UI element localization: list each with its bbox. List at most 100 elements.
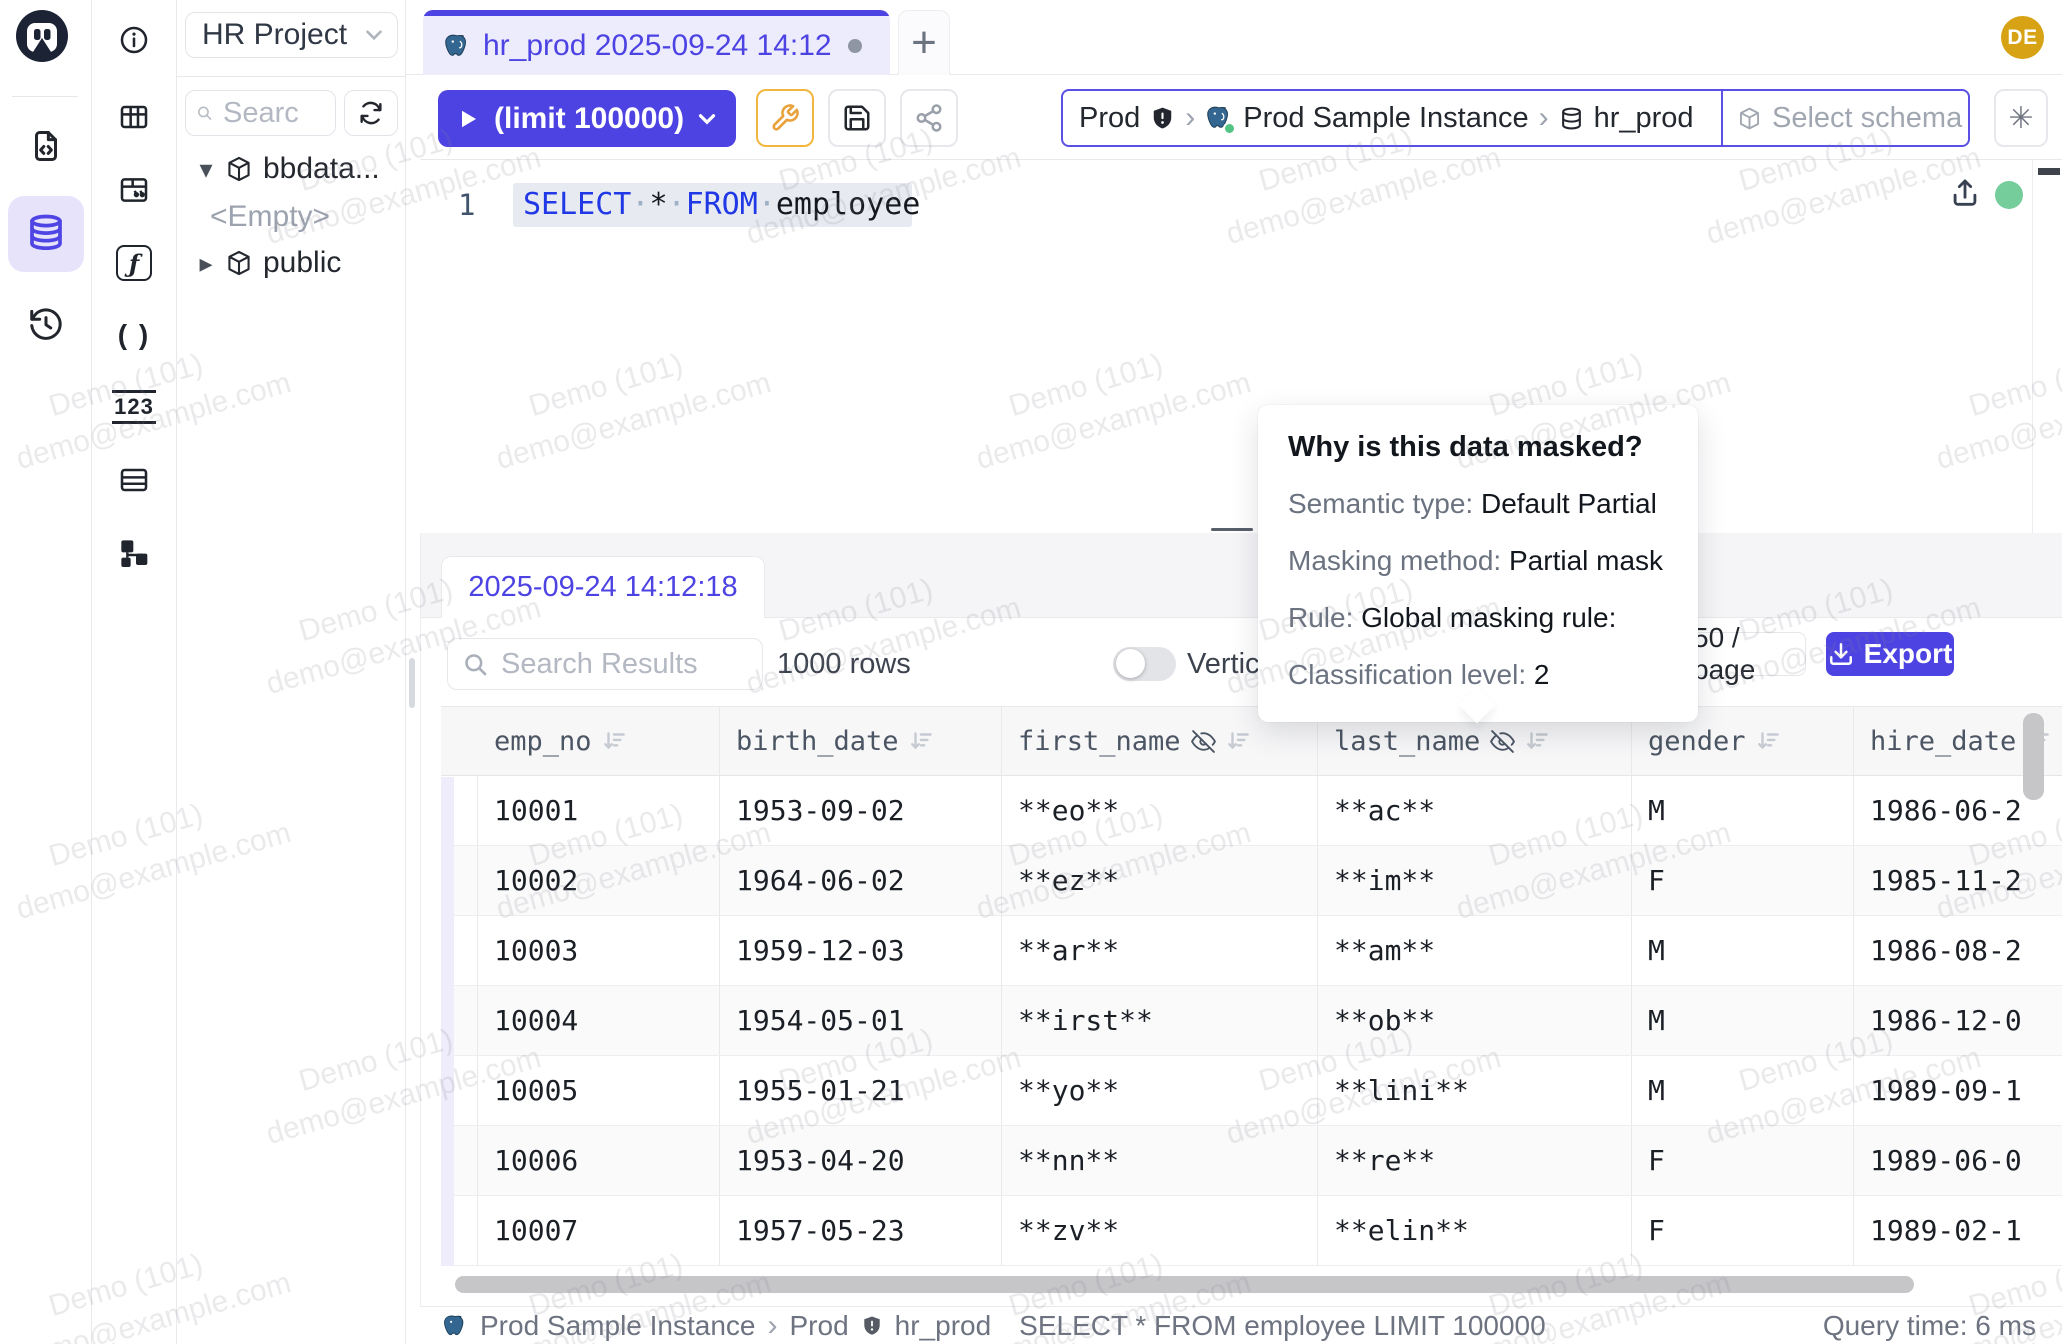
result-set-tab[interactable]: 2025-09-24 14:12:18 [441,556,765,618]
cell: F [1632,1196,1854,1265]
tab-hr-prod[interactable]: hr_prod 2025-09-24 14:12 [423,10,890,75]
table-row[interactable]: 100071957-05-23**zv****elin**F1989-02-1 [441,1196,2062,1266]
cell: M [1632,986,1854,1055]
breadcrumb-separator: › [1185,101,1195,135]
sql-editor[interactable]: 1 SELECT·*·FROM·employee [406,160,2062,533]
row-gutter-stripe [441,777,454,1266]
cell: F [1632,846,1854,915]
connection-context[interactable]: Prod › Prod Sample Instance › hr_prod [1063,91,1721,145]
sidebar-divider [177,76,406,77]
schema-diagram-icon[interactable] [114,533,154,573]
table-row[interactable]: 100061953-04-20**nn****re**F1989-06-0 [441,1126,2062,1196]
table-row[interactable]: 100041954-05-01**irst****ob**M1986-12-0 [441,986,2062,1056]
sidebar-search-input[interactable] [221,96,325,131]
ai-assistant-button[interactable]: ✳ [1994,89,2048,147]
external-tables-icon[interactable] [114,170,154,210]
table-row[interactable]: 100021964-06-02**ez****im**F1985-11-2 [441,846,2062,916]
sidebar-item-databases[interactable] [8,196,84,272]
new-tab-button[interactable]: + [898,10,950,75]
tables-icon[interactable] [114,97,154,137]
table-row[interactable]: 100031959-12-03**ar****am**M1986-08-2 [441,916,2062,986]
functions-icon[interactable]: ƒ [114,243,154,283]
upload-sheet-icon[interactable] [1948,176,1982,210]
database-icon [1559,106,1584,131]
cell: **ac** [1318,776,1632,845]
sql-token: SELECT [523,187,631,222]
sort-icon [602,728,628,754]
cell: 1989-06-0 [1854,1126,2062,1195]
vertical-display-toggle[interactable] [1113,647,1176,681]
refresh-button[interactable] [344,90,398,136]
tab-accent-bar [423,10,890,16]
column-header-label: hire_date [1870,726,2016,757]
cell: 1989-09-1 [1854,1056,2062,1125]
results-search-box[interactable] [447,638,763,690]
select-schema-button[interactable]: Select schema [1721,91,1976,145]
cell: **nn** [1002,1126,1318,1195]
vertical-display-label: Vertic [1187,638,1260,690]
column-header-emp_no[interactable]: emp_no [478,707,720,775]
run-query-button[interactable]: (limit 100000) [438,90,736,147]
column-header-birth_date[interactable]: birth_date [720,707,1002,775]
select-schema-placeholder: Select schema [1772,102,1962,135]
shield-icon [1150,106,1175,131]
views-icon[interactable] [114,460,154,500]
sidebar-splitter-handle[interactable] [409,658,415,708]
cell: M [1632,776,1854,845]
format-sql-button[interactable] [756,89,814,147]
postgresql-icon [442,1313,468,1339]
export-button[interactable]: Export [1826,632,1954,676]
page-size-select[interactable]: 50 / page [1692,632,1806,676]
editor-minimap[interactable] [2032,160,2062,533]
avatar[interactable]: DE [2001,16,2044,59]
horizontal-scrollbar[interactable] [455,1276,1914,1293]
row-count-label: 1000 rows [777,638,911,690]
bytebase-logo-icon[interactable] [14,8,70,64]
unsaved-dot-icon [848,39,862,53]
save-icon [842,103,872,133]
info-icon[interactable] [114,20,154,60]
project-select[interactable]: HR Project [185,12,398,58]
tooltip-title: Why is this data masked? [1288,431,1668,464]
share-button[interactable] [900,89,958,147]
header-gutter [441,707,478,775]
cube-icon [225,249,253,277]
tooltip-row: Semantic type: Default Partial [1288,487,1668,521]
history-icon[interactable] [22,300,70,348]
breadcrumb-separator: › [1539,101,1549,135]
cell: 1953-09-02 [720,776,1002,845]
search-icon [196,100,213,126]
table-row[interactable]: 100051955-01-21**yo****lini**M1989-09-1 [441,1056,2062,1126]
postgresql-icon [443,32,471,60]
masked-eye-off-icon[interactable] [1191,729,1216,754]
tree-item-database[interactable]: ▾ bbdata... [177,148,380,190]
sql-token: · [631,187,649,222]
cube-icon [1737,106,1762,131]
tree-item-schema-public[interactable]: ▸ public [177,242,341,284]
cell: **elin** [1318,1196,1632,1265]
footer-environment: Prod [790,1310,849,1342]
tooltip-row: Masking method: Partial mask [1288,544,1668,578]
sort-icon [1756,728,1782,754]
cell: **irst** [1002,986,1318,1055]
procedures-icon[interactable]: ( ) [114,315,154,355]
cell: **lini** [1318,1056,1632,1125]
save-button[interactable] [828,89,886,147]
footer-database: hr_prod [895,1310,992,1342]
tree-item-label: public [263,246,341,280]
results-search-input[interactable] [499,647,735,682]
masked-eye-off-icon[interactable] [1490,729,1515,754]
results-panel: 2025-09-24 14:12:18 1000 rows Vertic 50 … [420,533,2062,1306]
sql-token: * [649,187,667,222]
tree-item-label: <Empty> [210,200,330,234]
refresh-icon [357,99,385,127]
vertical-scrollbar[interactable] [2023,713,2044,800]
worksheet-icon[interactable] [22,122,70,170]
sort-icon [1525,728,1551,754]
table-row[interactable]: 100011953-09-02**eo****ac**M1986-06-2 [441,776,2062,846]
cell: 1957-05-23 [720,1196,1002,1265]
sidebar-search-box[interactable] [185,90,336,136]
chevron-down-icon[interactable] [694,106,720,132]
sequences-icon[interactable]: 123 [114,387,154,427]
tooltip-row: Rule: Global masking rule: [1288,601,1668,635]
